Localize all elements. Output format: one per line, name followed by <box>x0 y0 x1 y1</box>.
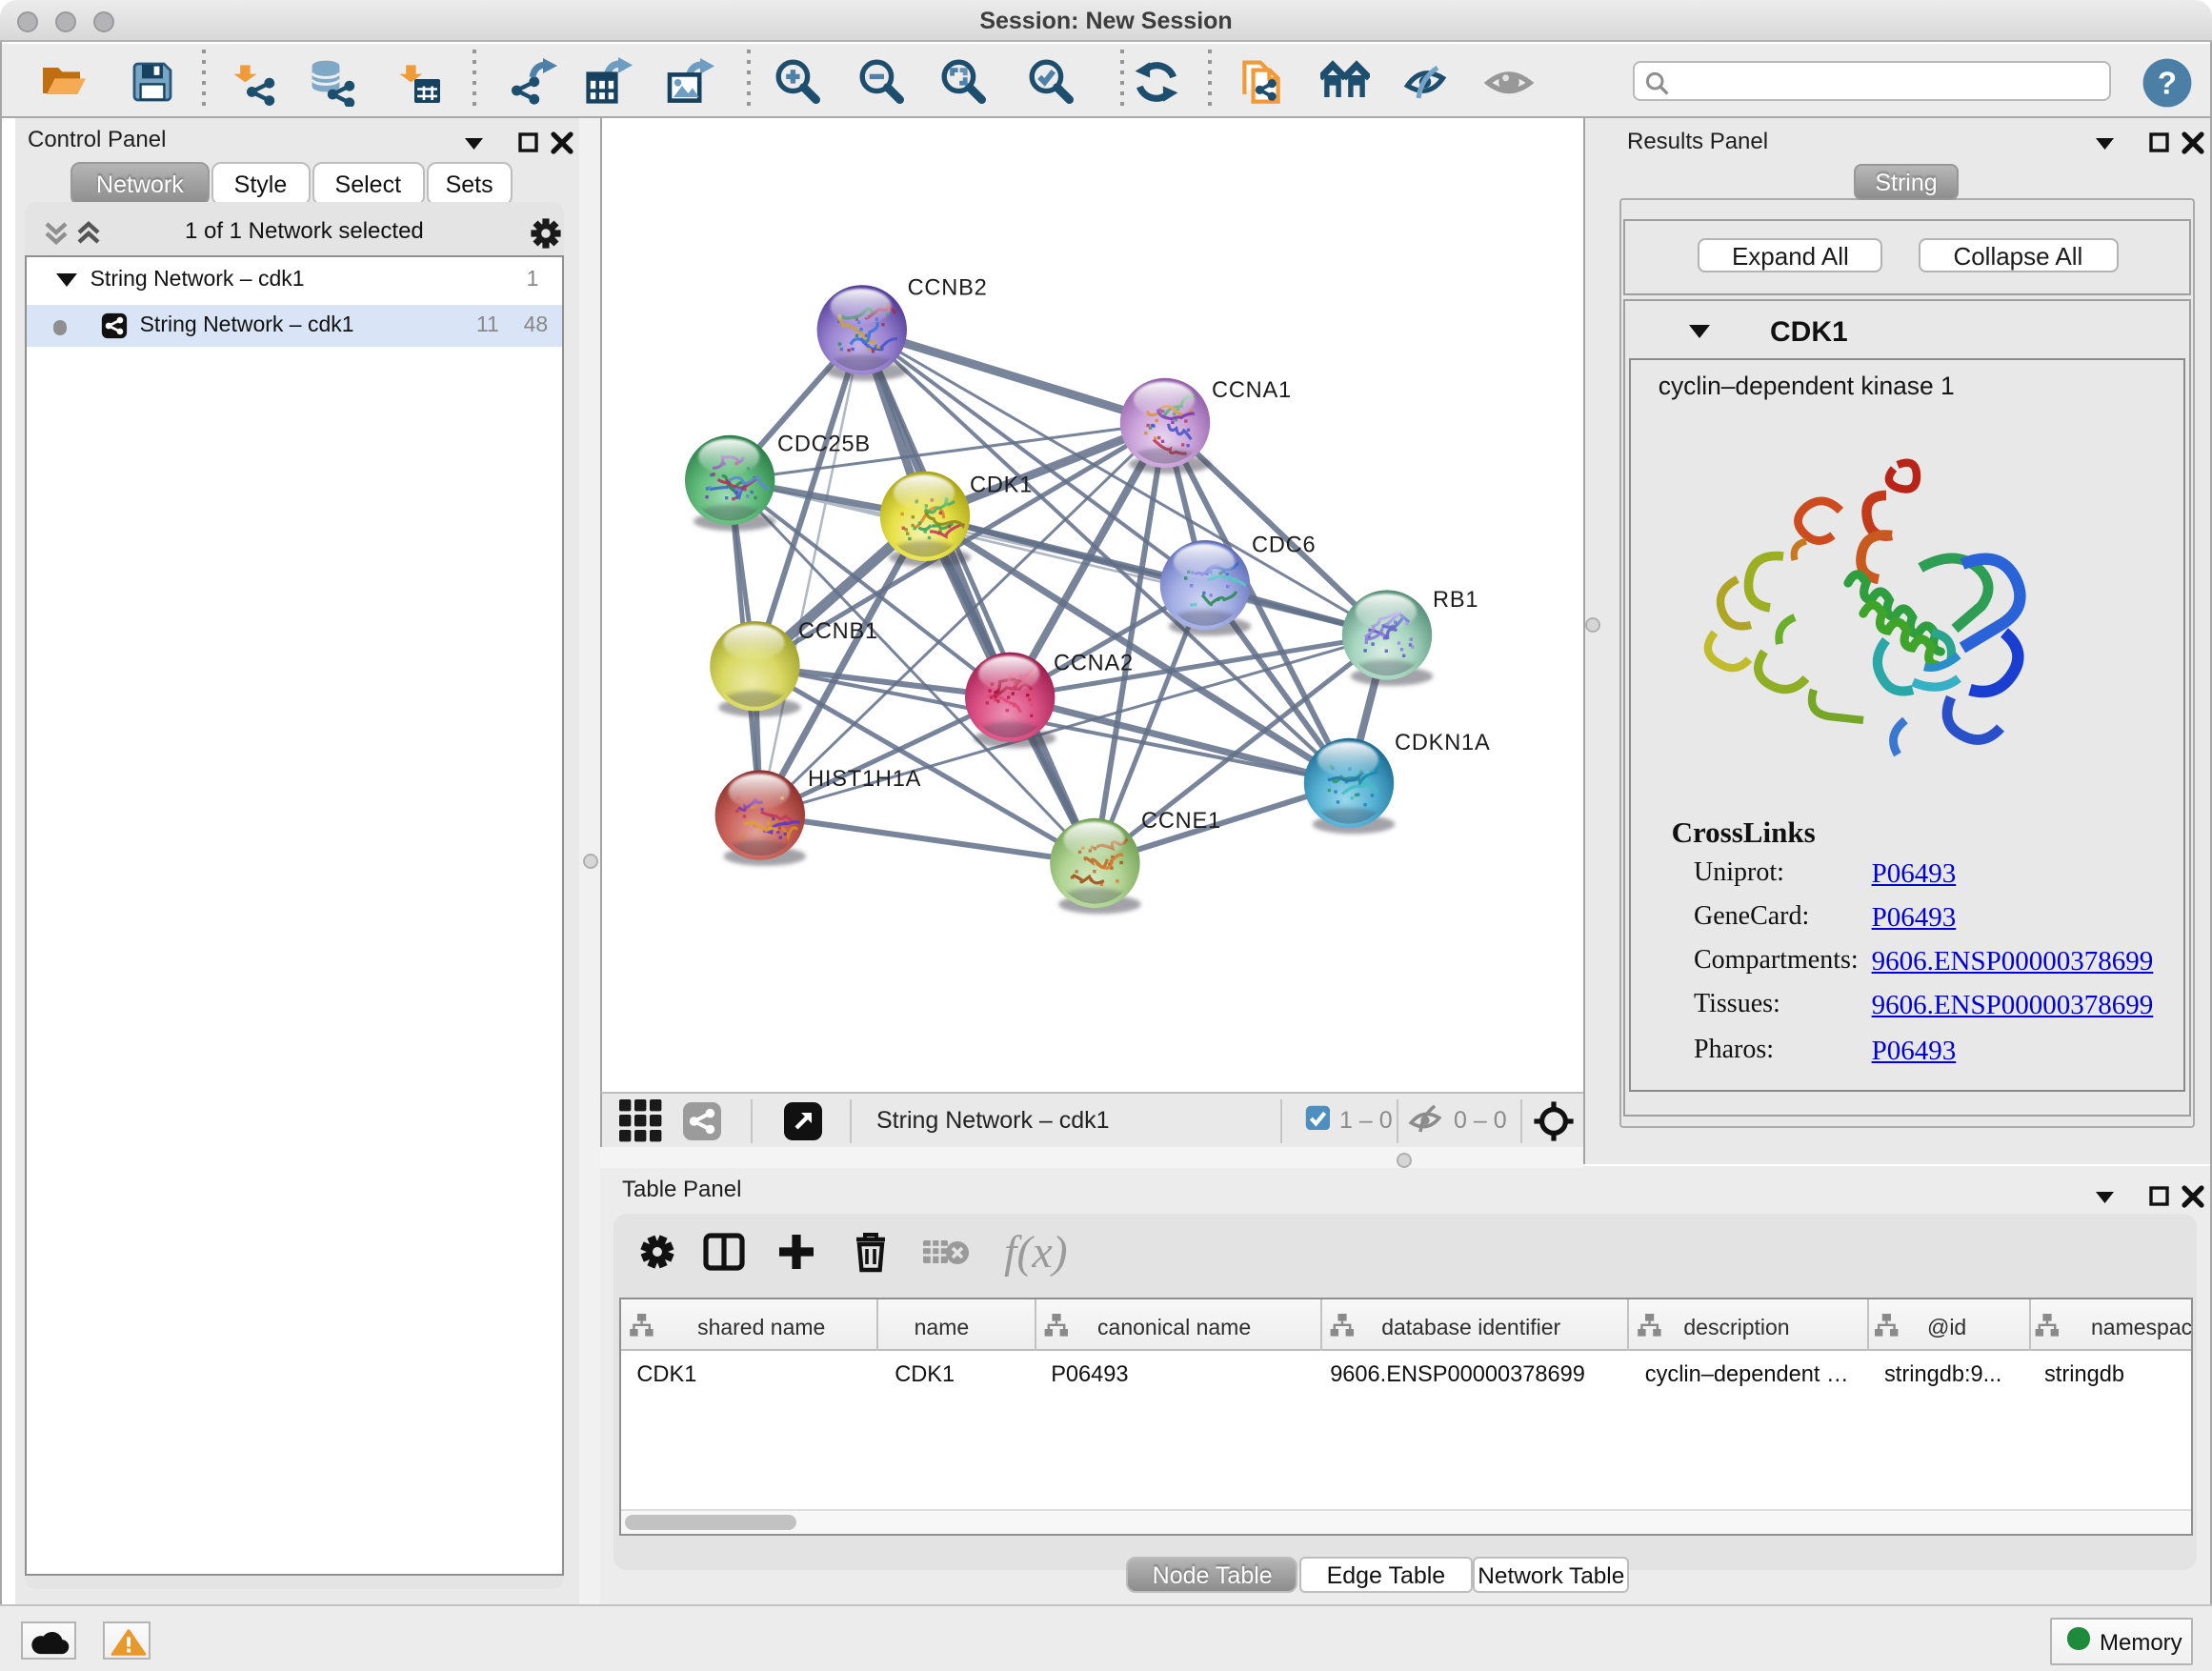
svg-text:canonical name: canonical name <box>1098 1315 1252 1339</box>
svg-text:CDKN1A: CDKN1A <box>1395 731 1491 755</box>
svg-text:@id: @id <box>1928 1315 1967 1339</box>
svg-text:HIST1H1A: HIST1H1A <box>808 767 921 792</box>
svg-text:9606.ENSP00000378699: 9606.ENSP00000378699 <box>1331 1361 1586 1386</box>
svg-text:RB1: RB1 <box>1433 588 1478 613</box>
svg-text:stringdb:9...: stringdb:9... <box>1885 1361 2002 1386</box>
svg-text:namespace: namespace <box>2092 1315 2192 1339</box>
svg-text:CCNA2: CCNA2 <box>1054 651 1134 675</box>
svg-text:cyclin–dependent …: cyclin–dependent … <box>1646 1361 1850 1386</box>
svg-text:shared name: shared name <box>698 1315 826 1339</box>
svg-text:?: ? <box>2158 64 2177 99</box>
svg-text:CCNA1: CCNA1 <box>1212 378 1292 403</box>
svg-text:CDC6: CDC6 <box>1252 533 1316 557</box>
svg-text:description: description <box>1684 1315 1790 1339</box>
svg-text:database identifier: database identifier <box>1382 1315 1561 1339</box>
svg-text:stringdb: stringdb <box>2045 1361 2125 1386</box>
svg-text:name: name <box>915 1315 970 1339</box>
svg-text:CDK1: CDK1 <box>637 1361 697 1386</box>
svg-text:CCNB2: CCNB2 <box>908 275 988 300</box>
svg-text:CDC25B: CDC25B <box>777 433 871 457</box>
svg-text:CCNE1: CCNE1 <box>1141 809 1221 834</box>
svg-text:CDK1: CDK1 <box>970 473 1033 498</box>
svg-text:CCNB1: CCNB1 <box>798 619 878 644</box>
svg-text:P06493: P06493 <box>1052 1361 1129 1386</box>
svg-text:CDK1: CDK1 <box>895 1361 955 1386</box>
